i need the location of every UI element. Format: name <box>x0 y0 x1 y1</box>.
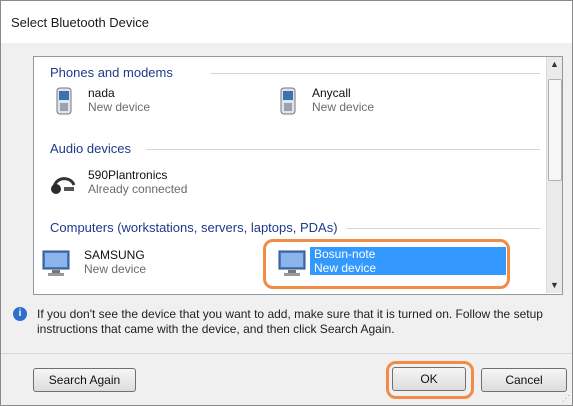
device-status: Already connected <box>88 182 188 196</box>
group-divider <box>346 228 540 229</box>
phone-icon <box>280 87 296 115</box>
select-bluetooth-device-dialog: Select Bluetooth Device Phones and modem… <box>0 0 573 406</box>
headset-icon <box>51 177 76 194</box>
cancel-button[interactable]: Cancel <box>481 368 567 392</box>
device-status: New device <box>88 100 151 114</box>
scroll-down-arrow-icon[interactable]: ▼ <box>547 278 562 293</box>
device-name: Anycall <box>312 86 351 100</box>
highlight-frame-selected-device <box>263 239 510 289</box>
device-nada[interactable]: nada New device <box>48 85 228 119</box>
computer-icon <box>42 250 70 276</box>
group-header-audio: Audio devices <box>50 141 131 156</box>
title-bar: Select Bluetooth Device <box>1 1 572 43</box>
info-message: If you don't see the device that you wan… <box>37 307 543 336</box>
info-icon: i <box>13 307 27 321</box>
divider <box>1 353 572 354</box>
resize-grip-icon[interactable]: ⋰ <box>562 394 570 403</box>
scroll-up-arrow-icon[interactable]: ▲ <box>547 57 562 72</box>
search-again-button[interactable]: Search Again <box>33 368 136 392</box>
ok-button[interactable]: OK <box>392 367 466 391</box>
device-anycall[interactable]: Anycall New device <box>272 85 452 119</box>
scroll-thumb[interactable] <box>548 79 562 181</box>
device-590plantronics[interactable]: 590Plantronics Already connected <box>48 167 248 201</box>
device-name: SAMSUNG <box>84 248 145 262</box>
group-header-phones: Phones and modems <box>50 65 173 80</box>
device-name: 590Plantronics <box>88 168 168 182</box>
device-status: New device <box>84 262 147 276</box>
group-divider <box>210 73 540 74</box>
device-name: nada <box>88 86 115 100</box>
group-header-computers: Computers (workstations, servers, laptop… <box>50 220 338 235</box>
group-divider <box>146 149 540 150</box>
device-status: New device <box>312 100 375 114</box>
device-samsung[interactable]: SAMSUNG New device <box>40 247 220 281</box>
window-title: Select Bluetooth Device <box>11 15 150 30</box>
phone-icon <box>56 87 72 115</box>
vertical-scrollbar[interactable]: ▲ ▼ <box>546 57 562 293</box>
